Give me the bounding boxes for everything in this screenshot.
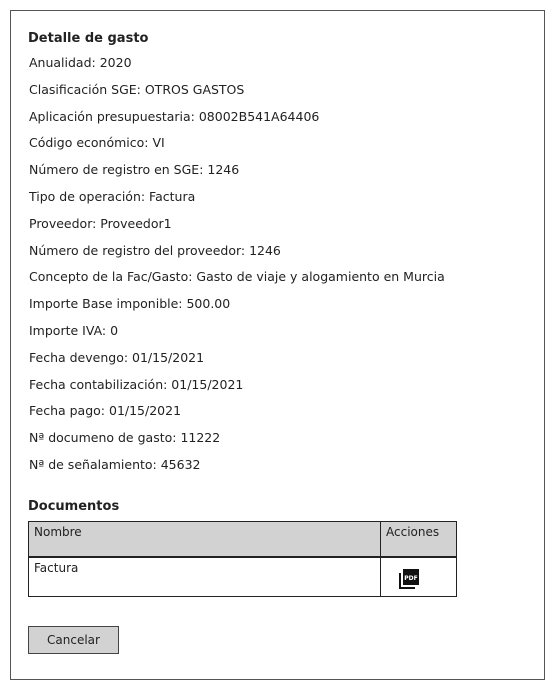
field-clasificacion-sge: Clasificación SGE: OTROS GASTOS <box>29 81 245 97</box>
field-codigo-economico: Código económico: VI <box>29 135 165 151</box>
field-importe-iva: Importe IVA: 0 <box>29 322 119 338</box>
field-proveedor: Proveedor: Proveedor1 <box>29 215 172 231</box>
documents-table: Nombre Acciones Factura PDF <box>28 521 457 597</box>
detail-field-list: Anualidad: 2020 Clasificación SGE: OTROS… <box>29 53 529 482</box>
field-numero-registro-proveedor: Número de registro del proveedor: 1246 <box>29 242 281 258</box>
pdf-icon[interactable]: PDF <box>398 568 420 590</box>
expense-detail-panel: Detalle de gasto Anualidad: 2020 Clasifi… <box>10 10 545 680</box>
field-fecha-contabilizacion: Fecha contabilización: 01/15/2021 <box>29 376 244 392</box>
field-documento-gasto: Nª documeno de gasto: 11222 <box>29 430 221 446</box>
field-importe-base: Importe Base imponible: 500.00 <box>29 296 231 312</box>
page-title: Detalle de gasto <box>28 31 149 46</box>
svg-text:PDF: PDF <box>404 575 417 582</box>
field-aplicacion-presupuestaria: Aplicación presupuestaria: 08002B541A644… <box>29 108 320 124</box>
field-anualidad: Anualidad: 2020 <box>29 55 132 70</box>
cancel-button[interactable]: Cancelar <box>28 626 119 654</box>
table-row: Factura PDF <box>28 556 457 597</box>
documents-title: Documentos <box>28 499 120 514</box>
field-numero-registro-sge: Número de registro en SGE: 1246 <box>29 162 240 178</box>
column-header-acciones: Acciones <box>380 521 457 558</box>
field-concepto: Concepto de la Fac/Gasto: Gasto de viaje… <box>29 269 445 285</box>
document-actions-cell: PDF <box>380 556 457 597</box>
field-fecha-pago: Fecha pago: 01/15/2021 <box>29 403 182 419</box>
document-name-cell: Factura <box>28 556 381 597</box>
field-fecha-devengo: Fecha devengo: 01/15/2021 <box>29 349 205 365</box>
field-senalamiento: Nª de señalamiento: 45632 <box>29 456 201 472</box>
column-header-nombre: Nombre <box>28 521 381 558</box>
table-header-row: Nombre Acciones <box>28 521 457 558</box>
field-tipo-operacion: Tipo de operación: Factura <box>29 188 196 204</box>
